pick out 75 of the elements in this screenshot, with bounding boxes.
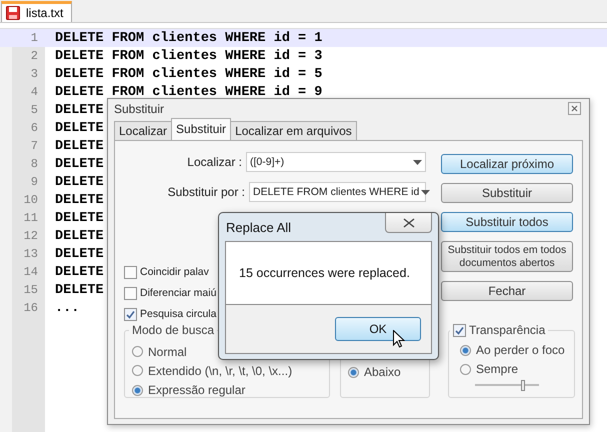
dropdown-arrow-icon[interactable] bbox=[413, 160, 422, 164]
checkbox[interactable] bbox=[124, 286, 137, 300]
code-text: DELETE bbox=[55, 192, 104, 208]
radio-button[interactable] bbox=[132, 365, 143, 376]
radio-button[interactable] bbox=[460, 364, 471, 374]
ok-button[interactable]: OK bbox=[335, 317, 421, 341]
dialog-button[interactable]: Localizar próximo bbox=[441, 154, 573, 174]
line-number: 13 bbox=[22, 247, 38, 261]
line-number: 12 bbox=[22, 229, 38, 243]
radio-label: Extendido (\n, \r, \t, \0, \x...) bbox=[148, 364, 292, 378]
dialog-tab[interactable]: Localizar bbox=[114, 121, 172, 140]
code-text: ... bbox=[55, 300, 80, 316]
find-field[interactable]: ([0-9]+) bbox=[246, 152, 426, 172]
dropdown-arrow-icon[interactable] bbox=[421, 190, 430, 194]
line-number: 8 bbox=[30, 157, 38, 171]
radio-label: Sempre bbox=[476, 362, 518, 376]
radio-label: Normal bbox=[148, 344, 187, 359]
line-number: 9 bbox=[30, 175, 38, 189]
line-number: 14 bbox=[22, 265, 38, 279]
code-text: DELETE bbox=[55, 246, 104, 262]
close-button[interactable] bbox=[385, 213, 432, 233]
dialog-title: Substituir bbox=[114, 102, 164, 116]
checkbox-label: Transparência bbox=[469, 322, 546, 338]
checkbox-label: Diferenciar maiú bbox=[140, 287, 216, 299]
code-text: DELETE bbox=[55, 156, 104, 172]
slider-thumb[interactable] bbox=[521, 380, 525, 391]
close-icon[interactable] bbox=[402, 218, 414, 228]
radio-button[interactable] bbox=[132, 384, 143, 396]
radio-label: Expressão regular bbox=[148, 383, 246, 398]
code-text: DELETE FROM clientes WHERE id = 1 bbox=[55, 30, 322, 46]
radio-button[interactable] bbox=[348, 366, 359, 378]
checkbox-label: Pesquisa circula bbox=[140, 308, 216, 320]
line-number: 6 bbox=[30, 121, 38, 135]
code-text: DELETE FROM clientes WHERE id = 9 bbox=[55, 84, 322, 100]
checkbox[interactable] bbox=[124, 266, 137, 278]
code-text: DELETE bbox=[55, 120, 104, 136]
line-number: 16 bbox=[22, 301, 38, 315]
mouse-pointer-icon bbox=[393, 330, 405, 348]
message-box-title: Replace All bbox=[226, 220, 292, 234]
code-text: DELETE bbox=[55, 102, 104, 118]
checkbox[interactable] bbox=[453, 324, 466, 336]
code-text: DELETE bbox=[55, 282, 104, 298]
line-number: 7 bbox=[30, 139, 38, 153]
radio-button[interactable] bbox=[132, 346, 143, 358]
find-label: Localizar : bbox=[186, 155, 243, 169]
dialog-button[interactable]: Fechar bbox=[441, 281, 573, 301]
message-text: 15 occurrences were replaced. bbox=[239, 266, 410, 280]
dialog-tab[interactable]: Substituir bbox=[171, 118, 232, 140]
dialog-tab[interactable]: Localizar em arquivos bbox=[230, 121, 357, 140]
line-number: 15 bbox=[22, 283, 38, 297]
code-text: DELETE bbox=[55, 228, 104, 244]
radio-button[interactable] bbox=[460, 344, 471, 356]
replace-label: Substituir por : bbox=[166, 185, 246, 199]
line-number: 2 bbox=[30, 49, 38, 63]
checkbox-label: Coincidir palav bbox=[140, 266, 209, 278]
code-text: DELETE bbox=[55, 174, 104, 190]
radio-label: Abaixo bbox=[364, 365, 401, 379]
dialog-button[interactable]: Substituir bbox=[441, 183, 573, 203]
file-tab[interactable]: lista.txt bbox=[1, 1, 72, 22]
line-number: 1 bbox=[30, 31, 38, 45]
code-text: DELETE FROM clientes WHERE id = 5 bbox=[55, 66, 322, 82]
line-number: 4 bbox=[30, 85, 38, 99]
code-text: DELETE bbox=[55, 210, 104, 226]
close-icon[interactable] bbox=[568, 102, 581, 115]
line-number: 5 bbox=[30, 103, 38, 117]
radio-label: Ao perder o foco bbox=[476, 343, 565, 357]
dialog-button[interactable]: Substituir todos bbox=[441, 212, 573, 232]
line-number: 3 bbox=[30, 67, 38, 81]
dialog-button[interactable]: Substituir todos em todos documentos abertos bbox=[441, 241, 573, 272]
code-text: DELETE bbox=[55, 138, 104, 154]
checkbox[interactable] bbox=[124, 308, 137, 320]
line-number: 11 bbox=[22, 211, 38, 225]
line-number: 10 bbox=[22, 193, 38, 207]
code-text: DELETE FROM clientes WHERE id = 3 bbox=[55, 48, 322, 64]
code-text: DELETE bbox=[55, 264, 104, 280]
